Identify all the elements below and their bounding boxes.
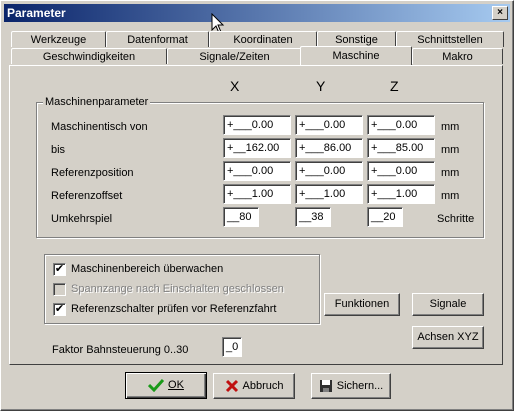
axis-header-y: Y <box>316 78 326 94</box>
tab-label: Geschwindigkeiten <box>42 51 136 63</box>
unit-label: Schritte <box>437 213 475 225</box>
signale-button[interactable]: Signale <box>412 293 484 316</box>
row-label-referenzposition: Referenzposition <box>51 167 134 179</box>
checkbox-label: Referenzschalter prüfen vor Referenzfahr… <box>71 303 277 315</box>
field-refpos-z[interactable]: +___0.00 <box>367 161 435 181</box>
field-bis-y[interactable]: +___86.00 <box>295 138 363 158</box>
checkbox-maschinenbereich[interactable]: ✔ <box>53 263 66 276</box>
tab-label: Signale/Zeiten <box>199 51 270 63</box>
checkbox-label: Maschinenbereich überwachen <box>71 263 224 275</box>
tab-label: Makro <box>442 51 473 63</box>
tab-koordinaten[interactable]: Koordinaten <box>209 31 317 47</box>
field-bis-z[interactable]: +___85.00 <box>367 138 435 158</box>
achsen-xyz-button[interactable]: Achsen XYZ <box>412 326 484 349</box>
ok-button[interactable]: OK <box>125 372 207 399</box>
sichern-label: Sichern... <box>336 380 384 392</box>
abbruch-label: Abbruch <box>242 380 284 392</box>
unit-label: mm <box>441 144 460 156</box>
row-label-referenzoffset: Referenzoffset <box>51 190 123 202</box>
maschinenparameter-group: Maschinenparameter Maschinentisch von +_… <box>36 96 484 238</box>
field-umkehrspiel-y[interactable]: __38 <box>295 207 331 227</box>
sichern-button[interactable]: Sichern... <box>311 373 391 399</box>
unit-label: mm <box>441 167 460 179</box>
row-label-bis: bis <box>51 144 66 156</box>
field-umkehrspiel-z[interactable]: __20 <box>367 207 403 227</box>
checkbox-group: ✔ Maschinenbereich überwachen Spannzange… <box>44 254 320 324</box>
tab-label: Werkzeuge <box>30 34 87 46</box>
unit-label: mm <box>441 190 460 202</box>
tab-label: Sonstige <box>335 34 378 46</box>
checkbox-spannzange[interactable] <box>53 283 66 296</box>
tab-datenformat[interactable]: Datenformat <box>106 31 209 47</box>
cancel-x-icon <box>225 380 238 393</box>
tab-makro[interactable]: Makro <box>412 48 503 64</box>
tab-label: Schnittstellen <box>417 34 483 46</box>
field-refpos-y[interactable]: +___0.00 <box>295 161 363 181</box>
tab-schnittstellen[interactable]: Schnittstellen <box>396 31 504 47</box>
row-label-maschinentisch-von: Maschinentisch von <box>51 121 148 133</box>
field-refoffset-y[interactable]: +___1.00 <box>295 184 363 204</box>
axis-header-z: Z <box>390 78 399 94</box>
field-refoffset-z[interactable]: +___1.00 <box>367 184 435 204</box>
checkbox-label: Spannzange nach Einschalten geschlossen <box>71 283 284 295</box>
parameter-dialog: Parameter × Werkzeuge Datenformat Koordi… <box>0 0 514 411</box>
unit-label: mm <box>441 121 460 133</box>
row-label-umkehrspiel: Umkehrspiel <box>51 213 113 225</box>
checkbox-referenzschalter[interactable]: ✔ <box>53 303 66 316</box>
tab-panel-maschine: X Y Z Maschinenparameter Maschinentisch … <box>9 65 503 365</box>
tab-signale-zeiten[interactable]: Signale/Zeiten <box>167 48 302 64</box>
field-tisch-von-x[interactable]: +___0.00 <box>223 115 291 135</box>
abbruch-button[interactable]: Abbruch <box>213 373 295 399</box>
faktor-field[interactable]: _0 <box>222 337 242 357</box>
field-refoffset-x[interactable]: +___1.00 <box>223 184 291 204</box>
tab-label: Maschine <box>332 50 380 62</box>
tab-sonstige[interactable]: Sonstige <box>317 31 396 47</box>
axis-header-x: X <box>230 78 240 94</box>
tab-label: Datenformat <box>127 34 188 46</box>
title-bar[interactable]: Parameter × <box>4 4 510 22</box>
tab-geschwindigkeiten[interactable]: Geschwindigkeiten <box>11 48 167 64</box>
ok-label: OK <box>168 379 184 391</box>
tab-maschine[interactable]: Maschine <box>300 46 412 65</box>
field-umkehrspiel-x[interactable]: __80 <box>223 207 259 227</box>
floppy-disk-icon <box>319 380 332 393</box>
group-title: Maschinenparameter <box>43 96 151 108</box>
field-tisch-von-z[interactable]: +___0.00 <box>367 115 435 135</box>
field-tisch-von-y[interactable]: +___0.00 <box>295 115 363 135</box>
checkmark-icon <box>148 379 165 393</box>
tab-werkzeuge[interactable]: Werkzeuge <box>11 31 106 47</box>
field-bis-x[interactable]: +__162.00 <box>223 138 291 158</box>
funktionen-button[interactable]: Funktionen <box>324 293 400 316</box>
field-refpos-x[interactable]: +___0.00 <box>223 161 291 181</box>
close-button[interactable]: × <box>492 6 508 20</box>
window-title: Parameter <box>7 6 66 20</box>
tab-label: Koordinaten <box>233 34 293 46</box>
faktor-label: Faktor Bahnsteuerung 0..30 <box>52 344 189 356</box>
